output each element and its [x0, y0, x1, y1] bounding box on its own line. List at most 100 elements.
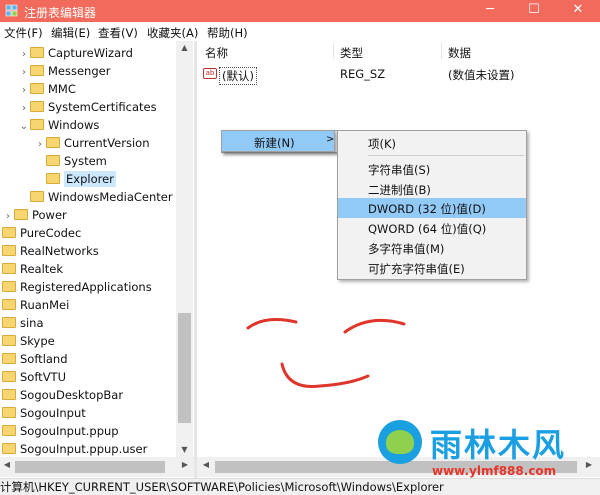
scrollbar-thumb[interactable] [15, 461, 165, 473]
menu-help[interactable]: 帮助(H) [207, 25, 248, 41]
maximize-button[interactable]: ☐ [512, 0, 556, 22]
folder-icon [2, 299, 16, 310]
submenu-item-string-value[interactable]: 字符串值(S) [338, 159, 526, 179]
folder-icon [30, 101, 44, 112]
value-row[interactable]: ab (默认) REG_SZ (数值未设置) [197, 65, 600, 85]
tree-item[interactable]: RuanMei [0, 296, 69, 314]
folder-icon [2, 227, 16, 238]
tree-item[interactable]: › CurrentVersion [34, 134, 149, 152]
tree-item[interactable]: Realtek [0, 260, 63, 278]
tree-item[interactable]: SogouInput.ppup.user [0, 440, 147, 458]
folder-icon [30, 119, 44, 130]
tree-item[interactable]: PureCodec [0, 224, 81, 242]
scroll-down-arrow-icon[interactable]: ▼ [176, 443, 193, 457]
tree-item[interactable]: › CaptureWizard [18, 44, 133, 62]
column-header-type[interactable]: 类型 [340, 45, 363, 61]
column-divider[interactable] [441, 43, 442, 59]
menu-favorites[interactable]: 收藏夹(A) [147, 25, 198, 41]
registry-tree[interactable]: › CaptureWizard › Messenger › MMC › SystemCe… [0, 41, 194, 478]
menu-item-new-label: 新建(N) [254, 136, 295, 150]
string-value-icon: ab [203, 68, 217, 79]
tree-item[interactable]: Softland [0, 350, 68, 368]
menu-edit[interactable]: 编辑(E) [51, 25, 90, 41]
tree-item[interactable]: SogouInput [0, 404, 86, 422]
folder-icon [2, 371, 16, 382]
column-header-name[interactable]: 名称 [205, 45, 228, 61]
folder-icon [2, 245, 16, 256]
tree-item[interactable]: WindowsMediaCenter [18, 188, 173, 206]
submenu-item-key[interactable]: 项(K) [338, 133, 526, 153]
submenu-item-label: 二进制值(B) [368, 183, 431, 197]
submenu-item-binary-value[interactable]: 二进制值(B) [338, 179, 526, 199]
smiley-doodle [246, 318, 406, 389]
tree-item-label: RegisteredApplications [20, 280, 152, 294]
tree-item-label: SogouDesktopBar [20, 388, 124, 402]
column-divider[interactable] [333, 43, 334, 59]
menu-bar: 文件(F) 编辑(E) 查看(V) 收藏夹(A) 帮助(H) [0, 22, 600, 41]
folder-icon [30, 47, 44, 58]
folder-icon [14, 209, 28, 220]
submenu-item-expandable-string-value[interactable]: 可扩充字符串值(E) [338, 258, 526, 278]
watermark-url: www.ylmf888.com [432, 464, 557, 478]
tree-item[interactable]: RegisteredApplications [0, 278, 152, 296]
tree-horizontal-scrollbar[interactable]: ◀ ▶ [0, 457, 194, 477]
tree-item-selected[interactable]: Explorer [34, 170, 116, 188]
scroll-left-arrow-icon[interactable]: ◀ [199, 460, 213, 469]
column-header-data[interactable]: 数据 [448, 45, 471, 61]
tree-item-label: WindowsMediaCenter [48, 190, 173, 204]
close-button[interactable]: ✕ [556, 0, 600, 22]
folder-open-icon [46, 173, 60, 184]
menu-file[interactable]: 文件(F) [4, 25, 43, 41]
tree-item-label: SystemCertificates [48, 100, 157, 114]
folder-icon [46, 137, 60, 148]
submenu-item-label: 项(K) [368, 137, 397, 151]
tree-item-label: Messenger [48, 64, 111, 78]
tree-item[interactable]: Skype [0, 332, 55, 350]
folder-icon [30, 191, 44, 202]
tree-item[interactable]: SoftVTU [0, 368, 66, 386]
submenu-item-label: QWORD (64 位)值(Q) [368, 222, 487, 236]
tree-item[interactable]: › MMC [18, 80, 76, 98]
folder-icon [2, 335, 16, 346]
tree-item[interactable]: › SystemCertificates [18, 98, 157, 116]
scroll-left-arrow-icon[interactable]: ◀ [0, 460, 14, 469]
tree-item[interactable]: SogouInput.ppup [0, 422, 119, 440]
tree-item[interactable]: › Messenger [18, 62, 110, 80]
submenu-item-dword-value[interactable]: DWORD (32 位)值(D) [338, 198, 526, 218]
folder-icon [30, 83, 44, 94]
tree-item-label: Realtek [20, 262, 64, 276]
value-data: (数值未设置) [448, 68, 515, 82]
folder-icon [30, 65, 44, 76]
new-submenu: 项(K) 字符串值(S) 二进制值(B) DWORD (32 位)值(D) QW… [337, 130, 527, 280]
folder-icon [46, 155, 60, 166]
folder-icon [2, 425, 16, 436]
tree-item[interactable]: SogouDesktopBar [0, 386, 123, 404]
tree-item-label: RealNetworks [20, 244, 99, 258]
tree-item[interactable]: RealNetworks [0, 242, 99, 260]
submenu-item-label: 字符串值(S) [368, 163, 431, 177]
menu-view[interactable]: 查看(V) [98, 25, 138, 41]
scrollbar-thumb[interactable] [178, 313, 191, 423]
tree-item[interactable]: sina [0, 314, 44, 332]
tree-vertical-scrollbar[interactable]: ▲ ▼ [176, 41, 193, 457]
scroll-up-arrow-icon[interactable]: ▲ [176, 41, 193, 55]
minimize-button[interactable]: ─ [468, 0, 512, 22]
collapse-arrow-icon[interactable]: ⌄ [18, 118, 30, 136]
submenu-item-qword-value[interactable]: QWORD (64 位)值(Q) [338, 218, 526, 238]
submenu-item-multi-string-value[interactable]: 多字符串值(M) [338, 238, 526, 258]
title-bar: 注册表编辑器 ─ ☐ ✕ [0, 0, 600, 22]
site-watermark: 雨林木风 www.ylmf888.com [378, 420, 600, 488]
tree-item-label: SogouInput.ppup [20, 424, 119, 438]
menu-item-new[interactable]: 新建(N) > [221, 130, 335, 152]
tree-item[interactable]: System [34, 152, 107, 170]
tree-item[interactable]: ⌄ Windows [18, 116, 100, 136]
value-type: REG_SZ [340, 67, 386, 81]
watermark-brand: 雨林木风 [430, 426, 567, 464]
scroll-right-arrow-icon[interactable]: ▶ [178, 460, 192, 469]
tree-item-label: PureCodec [20, 226, 82, 240]
tree-item-label: SogouInput.ppup.user [20, 442, 148, 456]
tree-item-label: CurrentVersion [64, 136, 150, 150]
tree-item-label: CaptureWizard [48, 46, 133, 60]
tree-item-label: System [64, 154, 107, 168]
tree-item[interactable]: › Power [2, 206, 67, 224]
